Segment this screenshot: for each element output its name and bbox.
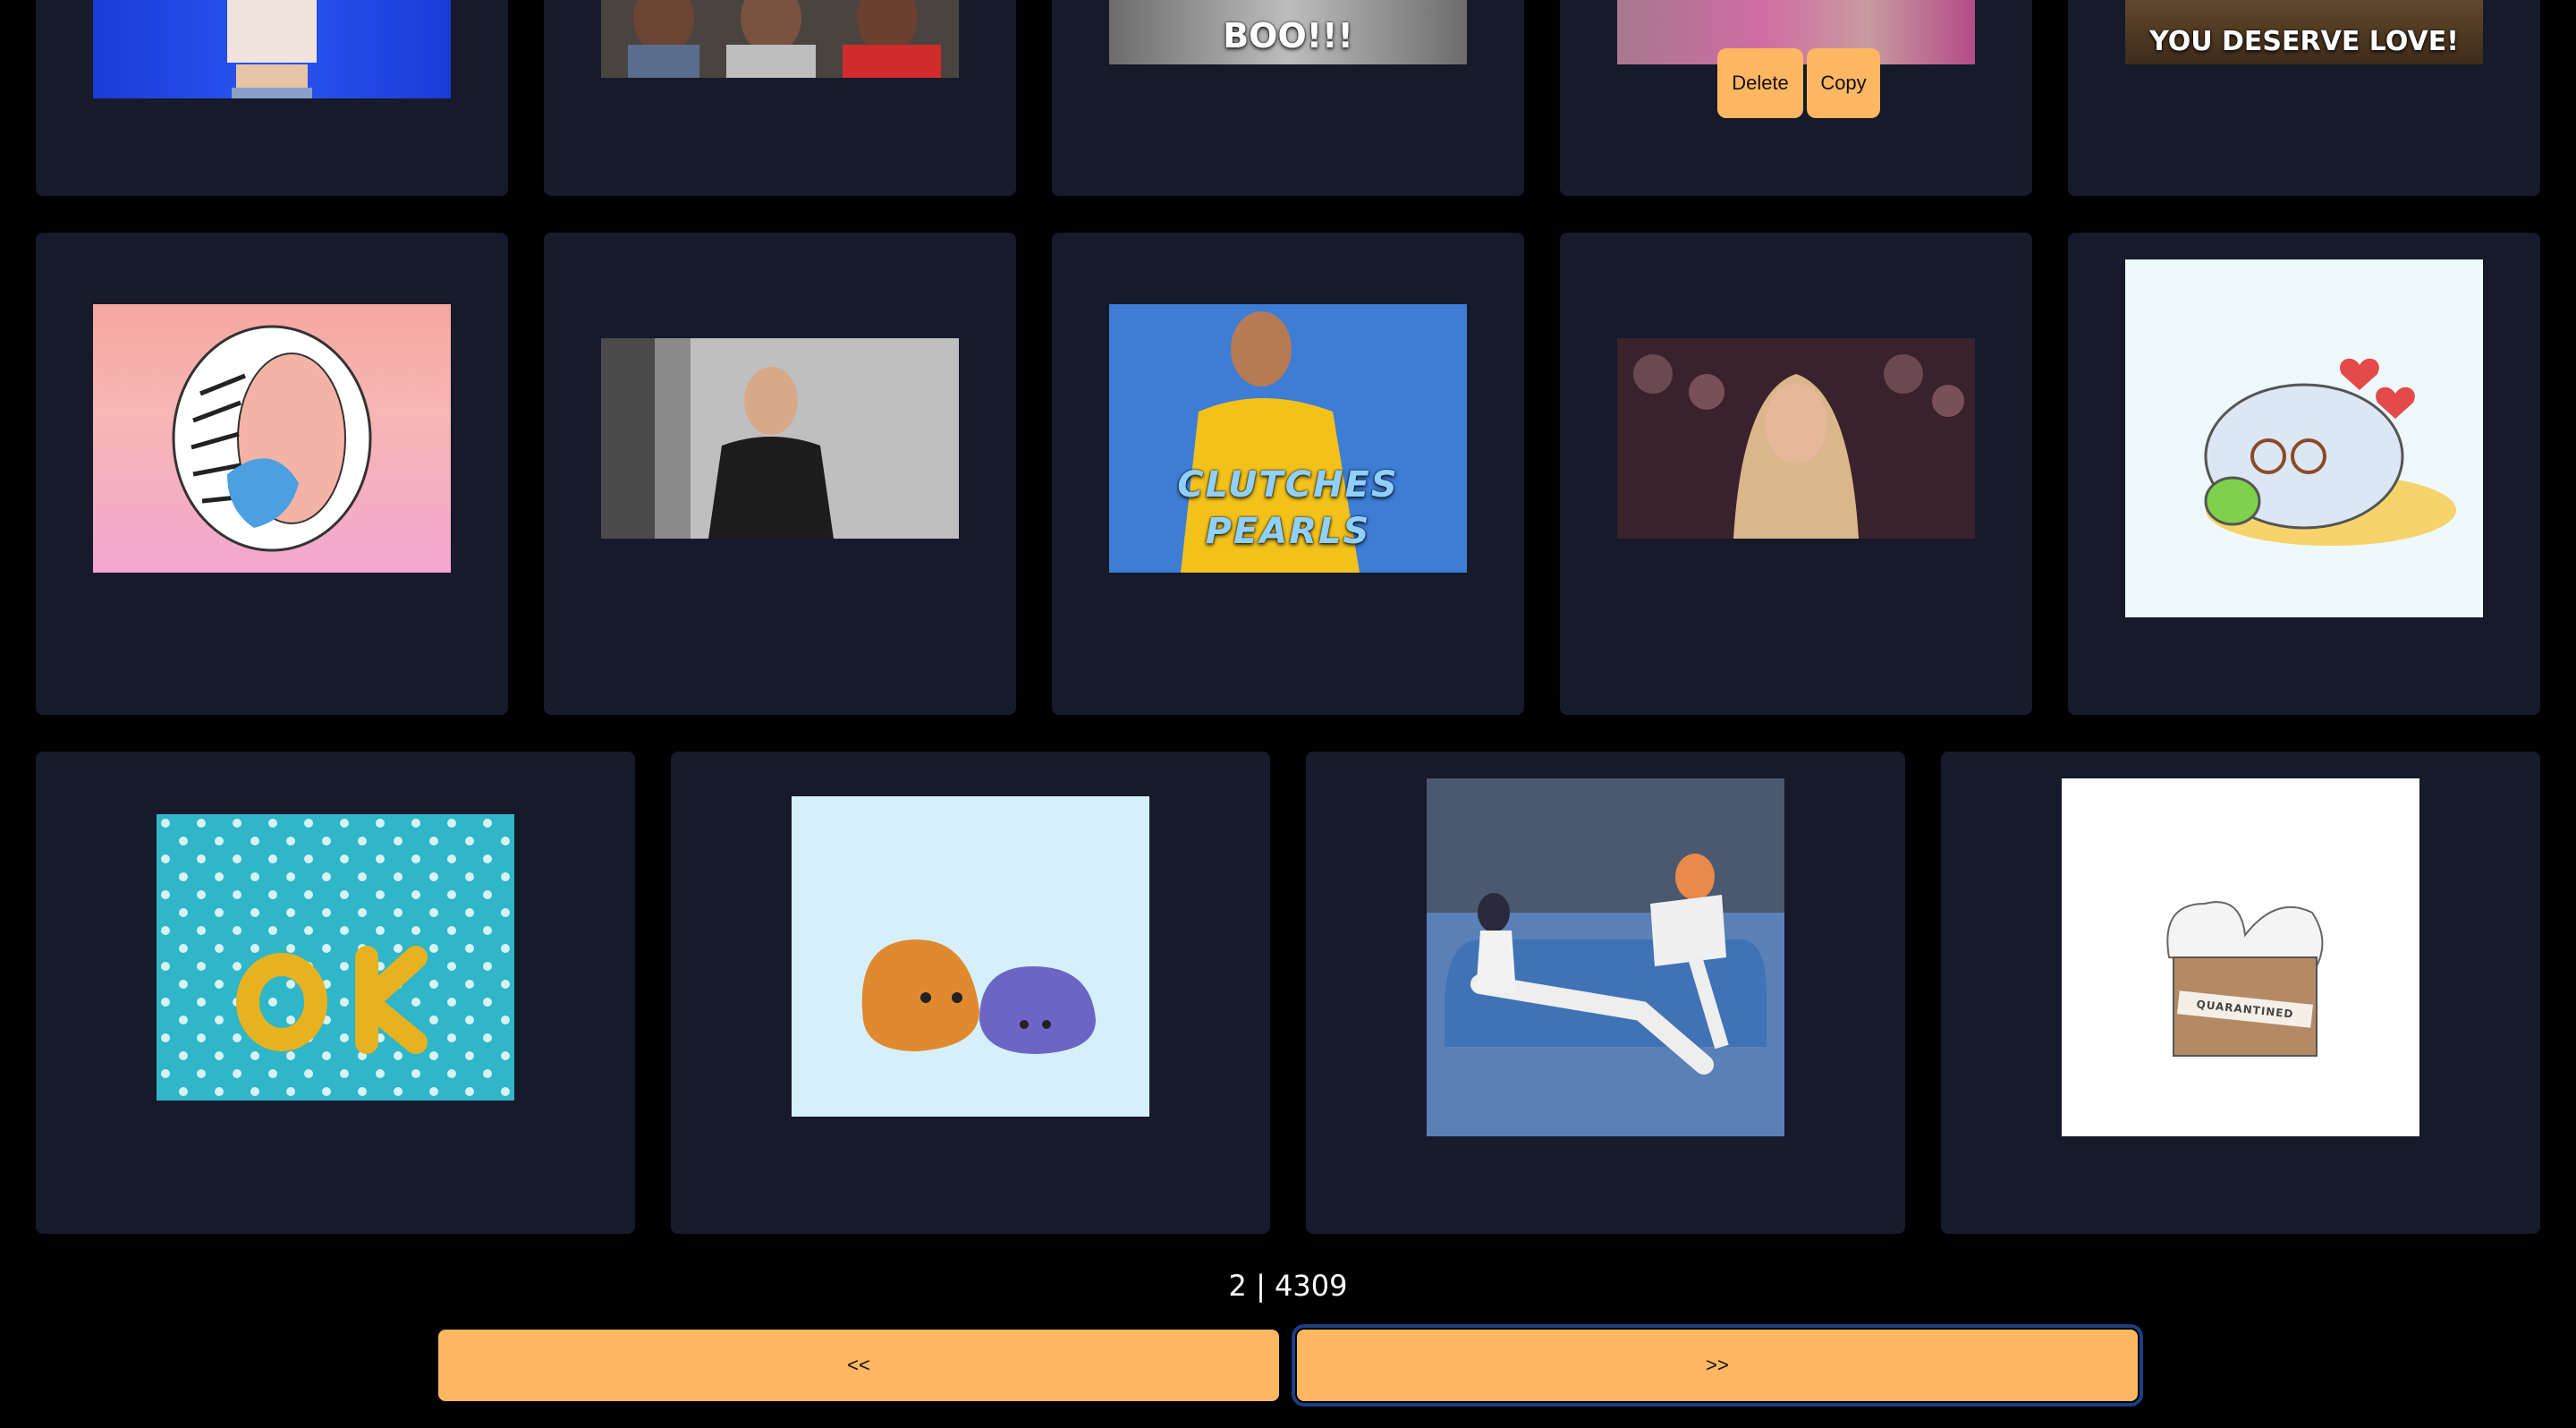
gif-caption: YOU DESERVE LOVE! bbox=[2149, 26, 2459, 57]
copy-button[interactable]: Copy bbox=[1807, 48, 1880, 118]
gif-card[interactable] bbox=[36, 233, 508, 715]
next-page-button[interactable]: >> bbox=[1292, 1324, 2143, 1407]
gif-card[interactable]: CLUTCHES PEARLS bbox=[1052, 233, 1524, 715]
gif-card-active[interactable]: Delete Copy bbox=[1560, 0, 2032, 196]
gif-card[interactable] bbox=[544, 233, 1016, 715]
gif-card[interactable] bbox=[36, 0, 508, 196]
previous-page-button[interactable]: << bbox=[438, 1330, 1279, 1401]
gif-card[interactable]: BOO!!! bbox=[1052, 0, 1524, 196]
gif-card[interactable] bbox=[544, 0, 1016, 196]
gif-image[interactable] bbox=[792, 796, 1149, 1117]
gif-image[interactable]: BOO!!! bbox=[1109, 0, 1467, 64]
gif-image[interactable] bbox=[601, 0, 959, 78]
gif-card[interactable] bbox=[36, 752, 635, 1234]
gif-image[interactable]: QUARANTINED bbox=[2062, 778, 2419, 1136]
gif-image[interactable] bbox=[157, 814, 514, 1101]
gif-card[interactable] bbox=[1306, 752, 1905, 1234]
gif-image[interactable] bbox=[1427, 778, 1784, 1136]
gif-caption: BOO!!! bbox=[1223, 16, 1353, 55]
page-counter: 2 | 4309 bbox=[1228, 1269, 1348, 1303]
gif-card[interactable] bbox=[1560, 233, 2032, 715]
gif-caption: CLUTCHES PEARLS bbox=[1177, 464, 1399, 552]
gif-image[interactable] bbox=[2125, 259, 2483, 617]
gif-card[interactable] bbox=[2068, 233, 2540, 715]
delete-button[interactable]: Delete bbox=[1717, 48, 1803, 118]
gif-card[interactable] bbox=[671, 752, 1270, 1234]
gif-image[interactable] bbox=[93, 0, 451, 98]
gif-card[interactable]: QUARANTINED bbox=[1941, 752, 2540, 1234]
gif-image[interactable]: CLUTCHES PEARLS bbox=[1109, 304, 1467, 573]
gif-image[interactable]: YOU DESERVE LOVE! bbox=[2125, 0, 2483, 64]
gif-card[interactable]: YOU DESERVE LOVE! bbox=[2068, 0, 2540, 196]
gif-image[interactable] bbox=[1617, 338, 1975, 539]
gif-image[interactable] bbox=[93, 304, 451, 573]
gif-image[interactable] bbox=[601, 338, 959, 539]
